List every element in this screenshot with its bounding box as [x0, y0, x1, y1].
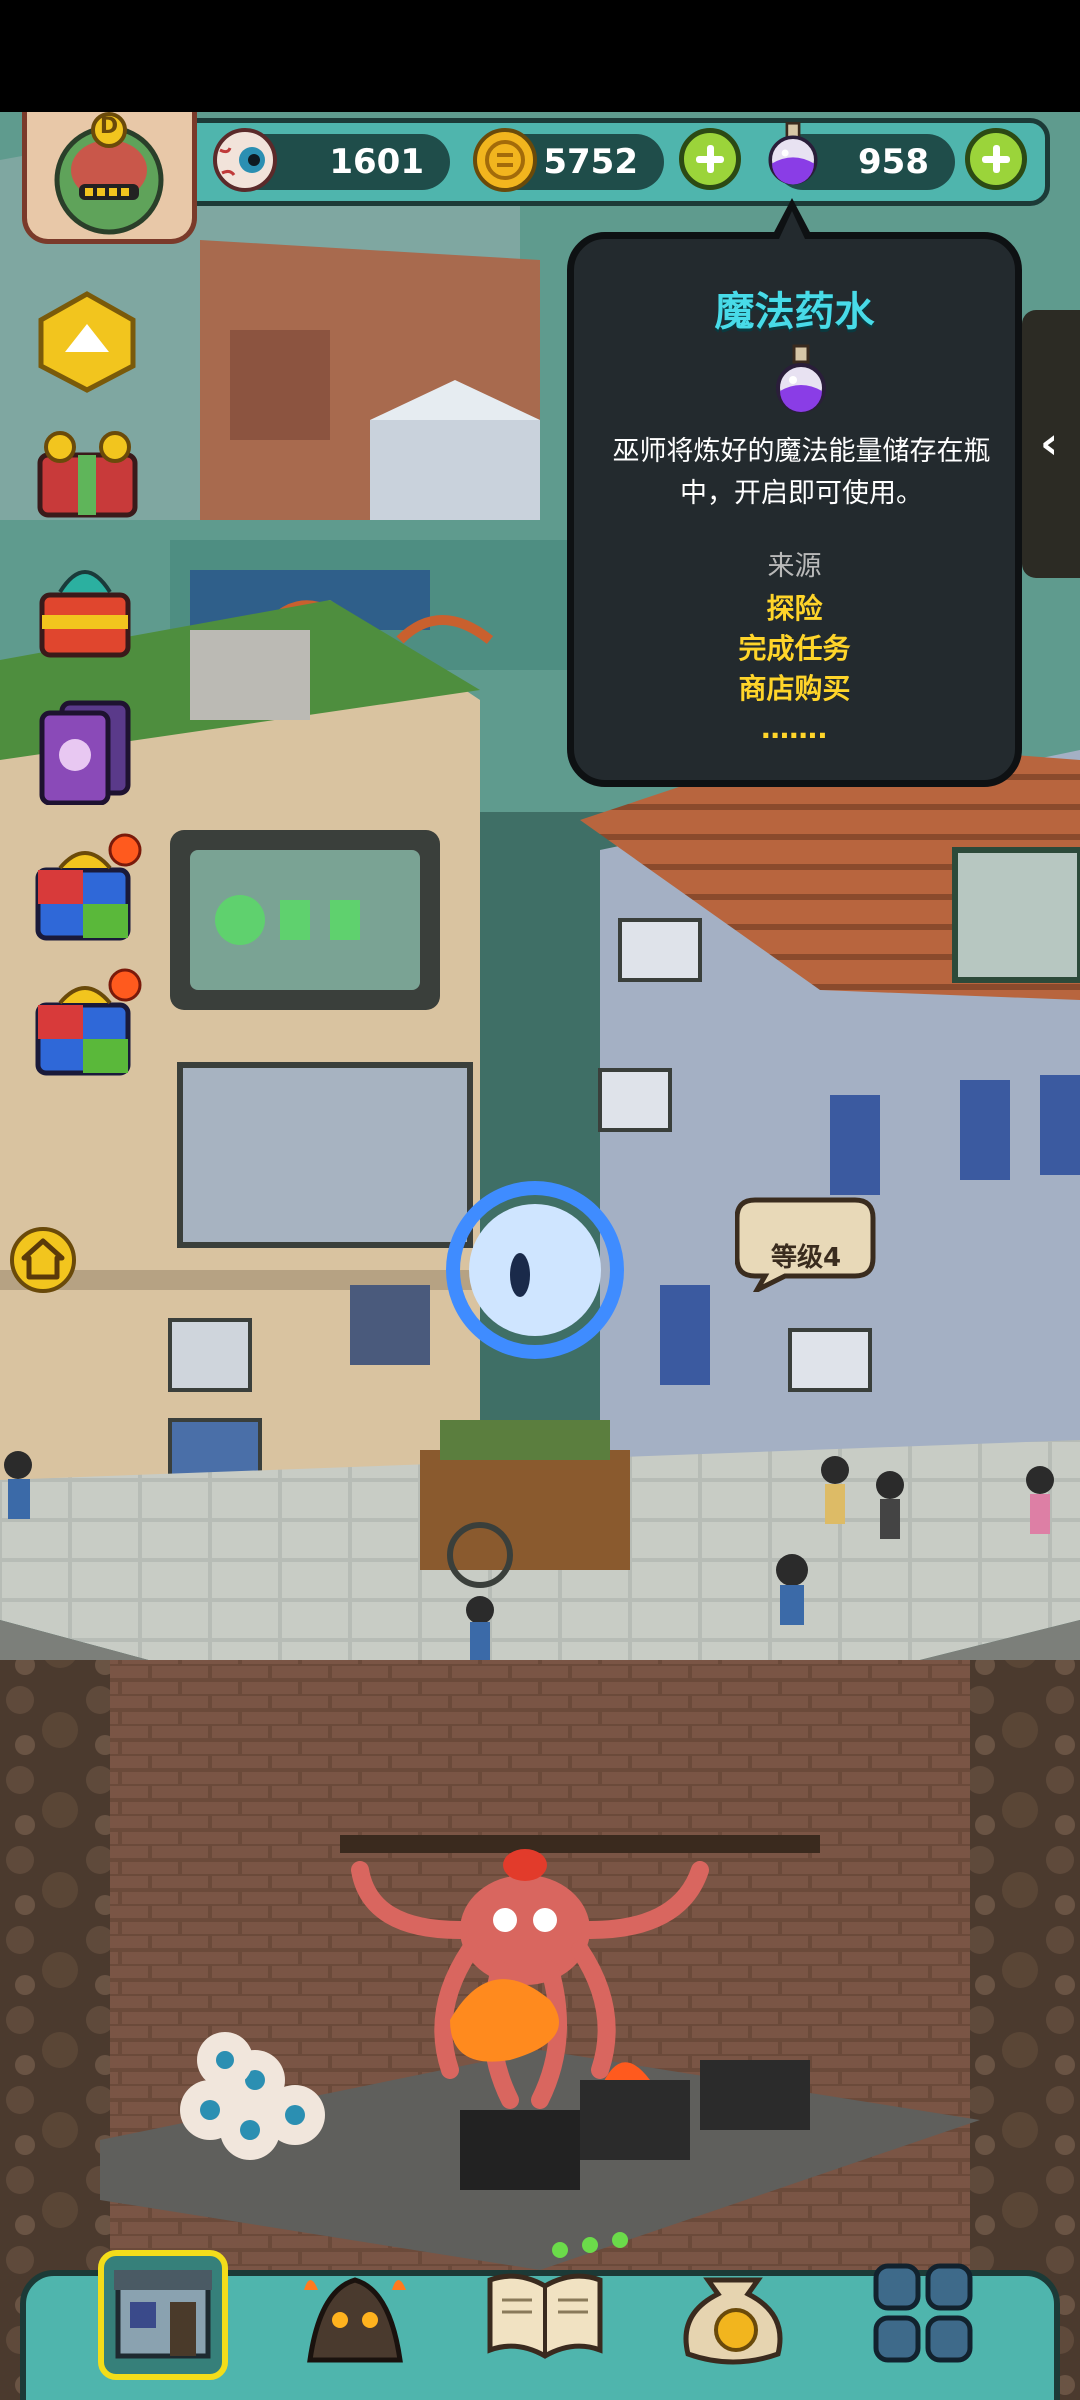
item-tooltip: 魔法药水 巫师将炼好的魔法能量储存在瓶中，开启即可使用。 来源 探险 完成任务 … [567, 232, 1022, 787]
avatar-badge: D [99, 114, 119, 139]
source-item[interactable]: 商店购买 [574, 669, 1015, 709]
tooltip-title: 魔法药水 [714, 289, 875, 335]
tooltip-arrow-inner [779, 211, 805, 239]
chevron-left-icon[interactable]: ‹ [1040, 418, 1058, 469]
rainbow-gift-icon[interactable] [30, 830, 145, 945]
grid-menu-icon [873, 2263, 973, 2363]
eyeball-icon [213, 128, 277, 192]
open-book-icon [487, 2273, 603, 2359]
source-item[interactable]: 完成任务 [574, 629, 1015, 669]
reward-chest-icon[interactable] [30, 560, 140, 665]
gift-box-icon[interactable] [30, 425, 145, 525]
source-item[interactable]: 探险 [574, 589, 1015, 629]
collapse-menu-button[interactable] [35, 290, 140, 395]
tooltip-source-label: 来源 [767, 551, 822, 582]
magic-potion-icon [768, 121, 818, 185]
monster-lair-icon [304, 2277, 406, 2363]
nav-monster-button[interactable] [290, 2250, 420, 2380]
home-icon[interactable] [8, 1225, 78, 1295]
restaurant-icon [114, 2270, 212, 2359]
add-potions-button[interactable] [965, 128, 1027, 190]
card-book-icon[interactable] [32, 695, 137, 805]
tooltip-source-list: 探险 完成任务 商店购买 ……. [574, 589, 1015, 749]
nav-shop-button[interactable] [668, 2250, 798, 2380]
nav-restaurant-button[interactable] [98, 2250, 228, 2380]
player-avatar[interactable]: D [22, 112, 197, 244]
nav-grid-menu-button[interactable] [858, 2250, 988, 2380]
magic-potion-icon [776, 344, 826, 413]
source-item: ……. [761, 712, 828, 745]
tooltip-description: 巫师将炼好的魔法能量储存在瓶中，开启即可使用。 [612, 436, 991, 509]
money-bag-icon [683, 2277, 783, 2365]
rainbow-gift-icon-2[interactable] [30, 965, 145, 1080]
gold-coin-icon [473, 128, 537, 192]
add-coins-button[interactable] [679, 128, 741, 190]
status-bar [0, 0, 1080, 112]
level-label: 等级4 [770, 1243, 842, 1273]
nav-recipe-book-button[interactable] [480, 2250, 610, 2380]
